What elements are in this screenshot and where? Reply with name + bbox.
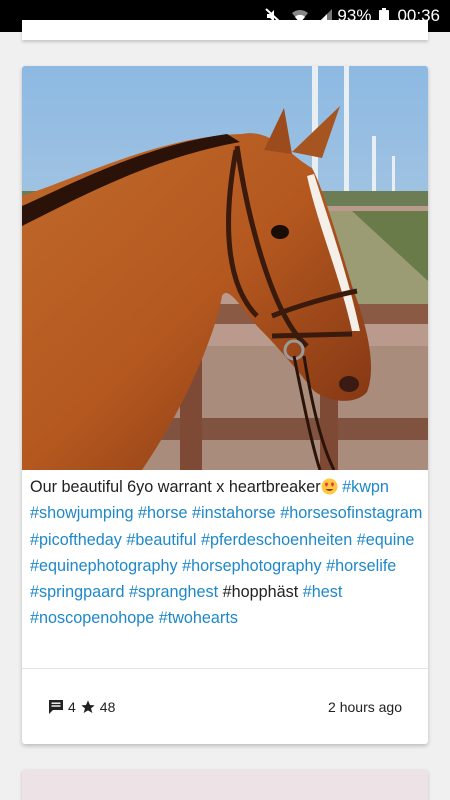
hashtag[interactable]: #horsephotography xyxy=(182,557,322,575)
next-post-card[interactable] xyxy=(22,770,428,800)
hashtag[interactable]: #noscopenohope xyxy=(30,609,154,627)
previous-post-card[interactable] xyxy=(22,20,428,40)
post-card[interactable]: Our beautiful 6yo warrant x heartbreaker… xyxy=(22,66,428,744)
hashtag[interactable]: #springpaard xyxy=(30,583,125,601)
comment-icon xyxy=(49,699,63,714)
hashtag[interactable]: #horse xyxy=(138,504,188,522)
hashtag[interactable]: #horselife xyxy=(326,557,396,575)
hashtag[interactable]: #twohearts xyxy=(159,609,238,627)
hashtag[interactable]: #equinephotography xyxy=(30,557,178,575)
hashtag[interactable]: #hest xyxy=(303,583,343,601)
hashtag[interactable]: #kwpn xyxy=(342,478,389,496)
post-timestamp: 2 hours ago xyxy=(328,698,402,715)
comments-count: 4 xyxy=(68,698,76,715)
hashtag[interactable]: #instahorse xyxy=(192,504,276,522)
hashtag[interactable]: #horsesofinstagram xyxy=(280,504,422,522)
star-icon xyxy=(81,699,95,713)
hashtag-unlinked: #hopphäst xyxy=(222,583,299,602)
likes-stat[interactable]: 48 xyxy=(80,698,116,715)
post-footer: 4 48 2 hours ago xyxy=(22,669,428,744)
post-photo[interactable] xyxy=(22,66,428,470)
hashtag[interactable]: #beautiful xyxy=(126,531,196,549)
hashtag[interactable]: #spranghest xyxy=(129,583,218,601)
comments-stat[interactable]: 4 xyxy=(48,699,76,715)
post-caption: Our beautiful 6yo warrant x heartbreaker… xyxy=(30,474,424,632)
hashtag[interactable]: #pferdeschoenheiten xyxy=(201,531,352,549)
hashtag[interactable]: #equine xyxy=(357,531,415,549)
hashtag[interactable]: #picoftheday xyxy=(30,531,122,549)
caption-text: Our beautiful 6yo warrant x heartbreaker xyxy=(30,478,321,496)
hashtag[interactable]: #showjumping xyxy=(30,504,133,522)
heart-eyes-emoji xyxy=(321,477,338,495)
likes-count: 48 xyxy=(99,698,116,715)
